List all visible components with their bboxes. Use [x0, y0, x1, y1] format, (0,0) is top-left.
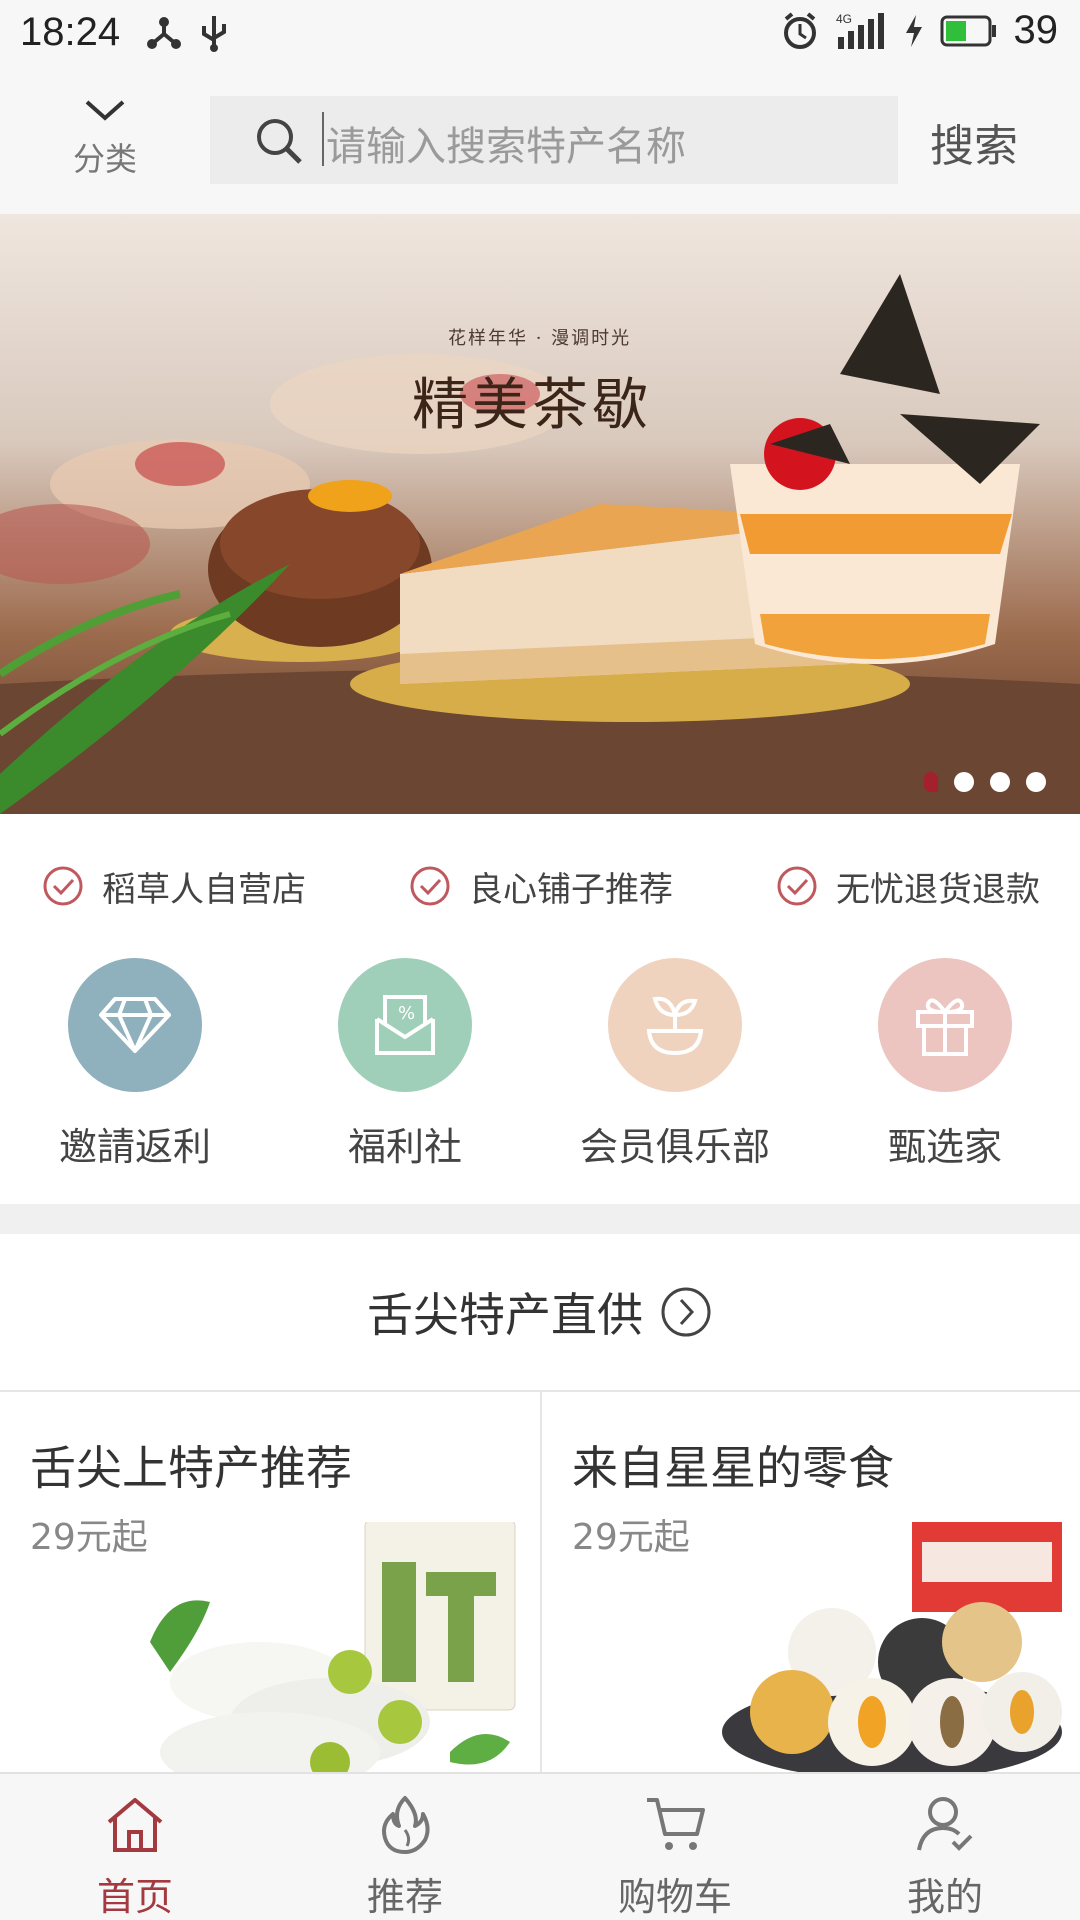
tab-recommend[interactable]: 推荐 — [270, 1774, 540, 1920]
coupon-envelope-icon: % — [375, 995, 435, 1055]
quick-nav-welfare[interactable]: % 福利社 — [270, 942, 540, 1204]
battery-icon — [940, 15, 996, 46]
tab-label: 推荐 — [366, 1875, 443, 1919]
category-label: 分类 — [72, 140, 137, 178]
text-cursor — [322, 112, 324, 166]
alarm-icon — [783, 11, 816, 49]
carousel-dot[interactable] — [954, 772, 974, 792]
check-circle-icon — [777, 866, 817, 906]
quick-nav-label: 会员俱乐部 — [579, 1125, 770, 1169]
svg-text:%: % — [398, 1003, 415, 1024]
signal-icon: 4G — [836, 12, 884, 49]
guarantee-label: 无忧退货退款 — [836, 869, 1041, 910]
search-icon — [257, 119, 302, 164]
product-card[interactable]: 来自星星的零食 29元起 — [540, 1392, 1080, 1772]
tab-home[interactable]: 首页 — [0, 1774, 270, 1920]
guarantee-item: 无忧退货退款 — [707, 814, 1080, 942]
product-image-mochi — [722, 1522, 1062, 1772]
quick-nav-icon-circle — [68, 958, 202, 1092]
quick-nav-icon-circle: % — [338, 958, 472, 1092]
product-cards: 舌尖上特产推荐 29元起 来自星星的零食 29元起 — [0, 1392, 1080, 1772]
quick-nav-label: 福利社 — [347, 1125, 462, 1169]
quick-nav-label: 邀請返利 — [58, 1125, 211, 1169]
tab-label: 首页 — [96, 1875, 173, 1919]
status-right: 4G 39 — [782, 8, 1059, 53]
search-header: 分类 请输入搜索特产名称 搜索 — [0, 66, 1080, 214]
bottom-tab-bar: 首页 推荐 购物车 我的 — [0, 1772, 1080, 1920]
quick-nav-icon-circle — [878, 958, 1012, 1092]
card-price: 29元起 — [30, 1517, 148, 1558]
card-title: 来自星星的零食 — [572, 1441, 894, 1495]
tab-label: 购物车 — [617, 1875, 732, 1919]
guarantee-label: 稻草人自营店 — [102, 869, 306, 910]
chevron-right-circle-icon[interactable] — [659, 1285, 713, 1339]
product-image-rice-cake — [150, 1522, 516, 1772]
guarantee-label: 良心铺子推荐 — [469, 869, 673, 910]
status-left-icons — [146, 12, 242, 56]
banner-carousel[interactable]: 花样年华 · 漫调时光 精美茶歇 — [0, 214, 1080, 814]
search-placeholder: 请输入搜索特产名称 — [326, 124, 686, 170]
tab-cart[interactable]: 购物车 — [540, 1774, 810, 1920]
product-card[interactable]: 舌尖上特产推荐 29元起 — [0, 1392, 540, 1772]
quick-nav-icon-circle — [608, 958, 742, 1092]
gift-icon — [916, 998, 974, 1056]
diamond-icon — [99, 997, 171, 1053]
banner-image — [0, 274, 1080, 814]
quick-nav-selection[interactable]: 甄选家 — [810, 942, 1080, 1204]
status-time: 18:24 — [20, 10, 121, 54]
banner-subtitle: 花样年华 · 漫调时光 — [448, 328, 632, 349]
card-price: 29元起 — [572, 1517, 690, 1558]
service-guarantees: 稻草人自营店 良心铺子推荐 无忧退货退款 — [0, 814, 1080, 942]
search-input[interactable]: 请输入搜索特产名称 — [210, 96, 898, 184]
charging-icon — [905, 14, 922, 47]
carousel-indicator — [924, 772, 1046, 792]
tab-label: 我的 — [906, 1875, 983, 1919]
quick-nav-member-club[interactable]: 会员俱乐部 — [540, 942, 810, 1204]
share-icon — [147, 16, 226, 52]
svg-text:4G: 4G — [836, 12, 852, 26]
battery-level: 39 — [1013, 8, 1059, 52]
banner-title: 精美茶歇 — [412, 373, 652, 438]
card-title: 舌尖上特产推荐 — [30, 1441, 352, 1495]
quick-nav: 邀請返利 % 福利社 会员俱乐部 甄选家 — [0, 942, 1080, 1204]
section-divider — [0, 1204, 1080, 1234]
section-header[interactable]: 舌尖特产直供 — [0, 1234, 1080, 1392]
home-icon — [107, 1798, 163, 1852]
flame-icon — [382, 1796, 430, 1854]
carousel-dot-active[interactable] — [924, 772, 938, 792]
quick-nav-label: 甄选家 — [887, 1125, 1002, 1169]
search-button[interactable]: 搜索 — [930, 110, 1018, 174]
carousel-dot[interactable] — [1026, 772, 1046, 792]
guarantee-item: 良心铺子推荐 — [375, 814, 708, 942]
guarantee-item: 稻草人自营店 — [0, 814, 375, 942]
user-check-icon — [917, 1797, 973, 1851]
chevron-down-icon — [85, 100, 125, 121]
carousel-dot[interactable] — [990, 772, 1010, 792]
cart-icon — [647, 1798, 705, 1850]
category-button[interactable]: 分类 — [50, 96, 160, 196]
tab-mine[interactable]: 我的 — [810, 1774, 1080, 1920]
check-circle-icon — [43, 866, 83, 906]
check-circle-icon — [410, 866, 450, 906]
quick-nav-invite-rebate[interactable]: 邀請返利 — [0, 942, 270, 1204]
status-bar: 18:24 4G 39 — [0, 0, 1080, 66]
section-title: 舌尖特产直供 — [367, 1288, 643, 1342]
sprout-icon — [646, 996, 704, 1056]
